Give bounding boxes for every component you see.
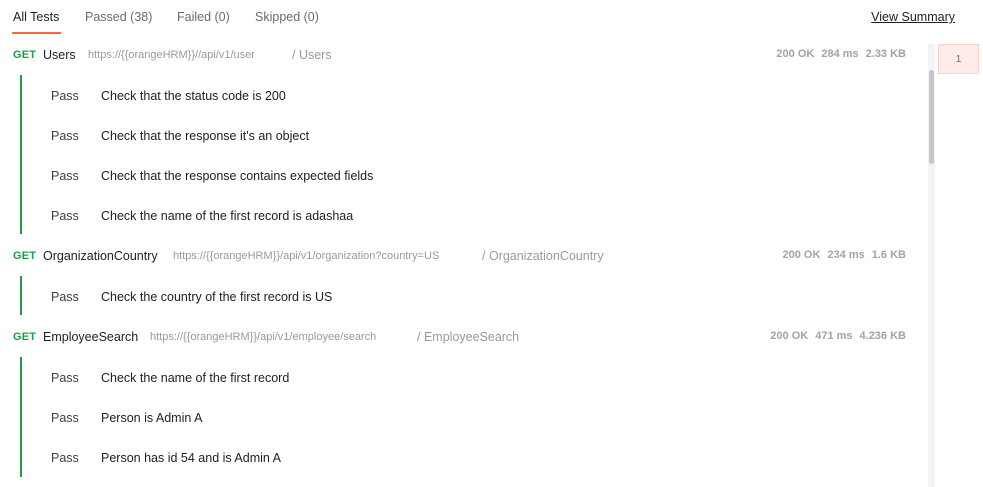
- test-row: Pass Person is Admin A: [0, 397, 925, 437]
- test-status: Pass: [51, 209, 79, 223]
- request-metrics: 200 OK 234 ms 1.6 KB: [776, 249, 906, 261]
- test-row: Pass Check that the response contains ex…: [0, 155, 925, 195]
- request-metrics: 200 OK 284 ms 2.33 KB: [769, 48, 906, 60]
- request-path: / Users: [292, 48, 332, 62]
- request-name[interactable]: Users: [43, 48, 76, 62]
- request-name[interactable]: OrganizationCountry: [43, 249, 158, 263]
- test-results-list: GET Users https://{{orangeHRM}}//api/v1/…: [0, 40, 925, 487]
- request-url: https://{{orangeHRM}}//api/v1/user: [88, 49, 255, 61]
- tab-passed[interactable]: Passed (38): [85, 10, 152, 24]
- status-code: 200 OK: [776, 48, 815, 60]
- request-row-users[interactable]: GET Users https://{{orangeHRM}}//api/v1/…: [0, 41, 925, 69]
- test-name: Person is Admin A: [101, 411, 203, 425]
- view-summary-link[interactable]: View Summary: [871, 10, 955, 24]
- response-size: 4.236 KB: [859, 330, 906, 342]
- request-row-organization-country[interactable]: GET OrganizationCountry https://{{orange…: [0, 242, 925, 270]
- tab-all-tests[interactable]: All Tests: [13, 10, 59, 24]
- test-name: Check the name of the first record: [101, 371, 290, 385]
- request-method: GET: [13, 49, 37, 61]
- test-status: Pass: [51, 129, 79, 143]
- test-row: Pass Person has id 54 and is Admin A: [0, 437, 925, 477]
- response-time: 471 ms: [815, 330, 853, 342]
- response-size: 2.33 KB: [865, 48, 906, 60]
- iteration-number: 1: [955, 54, 962, 65]
- active-tab-indicator: [12, 32, 61, 34]
- scrollbar-thumb[interactable]: [929, 70, 934, 164]
- test-group-organization-country: Pass Check the country of the first reco…: [0, 276, 925, 316]
- test-status: Pass: [51, 451, 79, 465]
- request-url: https://{{orangeHRM}}/api/v1/employee/se…: [150, 331, 377, 343]
- test-name: Check that the response contains expecte…: [101, 169, 374, 183]
- request-name[interactable]: EmployeeSearch: [43, 330, 138, 344]
- test-status: Pass: [51, 411, 79, 425]
- test-name: Check that the response it's an object: [101, 129, 310, 143]
- test-status: Pass: [51, 290, 79, 304]
- response-size: 1.6 KB: [871, 249, 906, 261]
- test-status: Pass: [51, 169, 79, 183]
- test-name: Check that the status code is 200: [101, 89, 286, 103]
- test-row: Pass Check that the status code is 200: [0, 75, 925, 115]
- request-url: https://{{orangeHRM}}/api/v1/organizatio…: [173, 250, 440, 262]
- request-path: / OrganizationCountry: [482, 249, 604, 263]
- status-code: 200 OK: [782, 249, 821, 261]
- results-scrollbar[interactable]: [928, 44, 935, 487]
- test-group-users: Pass Check that the status code is 200 P…: [0, 75, 925, 235]
- request-method: GET: [13, 250, 37, 262]
- test-name: Person has id 54 and is Admin A: [101, 451, 281, 465]
- status-code: 200 OK: [770, 330, 809, 342]
- request-metrics: 200 OK 471 ms 4.236 KB: [763, 330, 906, 342]
- test-row: Pass Check the country of the first reco…: [0, 276, 925, 316]
- response-time: 284 ms: [821, 48, 859, 60]
- test-name: Check the name of the first record is ad…: [101, 209, 354, 223]
- tab-failed[interactable]: Failed (0): [177, 10, 230, 24]
- test-row: Pass Check the name of the first record: [0, 357, 925, 397]
- iteration-marker[interactable]: 1: [938, 44, 979, 74]
- response-time: 234 ms: [827, 249, 865, 261]
- test-row: Pass Check the name of the first record …: [0, 195, 925, 235]
- tab-skipped[interactable]: Skipped (0): [255, 10, 319, 24]
- test-group-employee-search: Pass Check the name of the first record …: [0, 357, 925, 487]
- test-status: Pass: [51, 89, 79, 103]
- test-row: Pass Check that the response it's an obj…: [0, 115, 925, 155]
- request-row-employee-search[interactable]: GET EmployeeSearch https://{{orangeHRM}}…: [0, 323, 925, 351]
- request-method: GET: [13, 331, 37, 343]
- request-path: / EmployeeSearch: [417, 330, 520, 344]
- test-status: Pass: [51, 371, 79, 385]
- tab-bar: All Tests Passed (38) Failed (0) Skipped…: [0, 0, 983, 36]
- test-name: Check the country of the first record is…: [101, 290, 333, 304]
